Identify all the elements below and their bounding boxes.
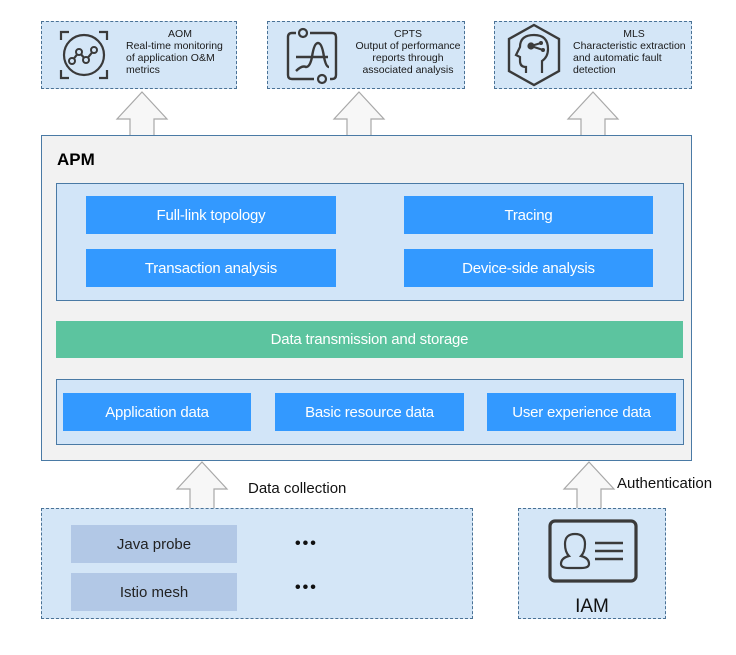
up-arrow-icon [115,91,169,137]
application-data-module[interactable]: Application data [63,393,251,431]
transaction-analysis-module[interactable]: Transaction analysis [86,249,336,287]
mls-desc-line: and automatic fault [573,52,662,64]
mls-text: MLS Characteristic extraction and automa… [573,28,695,76]
ai-head-icon [507,23,561,87]
data-collection-arrow-icon [175,461,229,509]
aom-title: AOM [168,28,192,40]
aom-desc-line: of application O&M [126,52,215,64]
more-ellipsis: ••• [295,579,318,596]
cpts-desc-line: reports through [372,52,444,64]
istio-mesh-item[interactable]: Istio mesh [71,573,237,611]
mls-desc-line: Characteristic extraction [573,40,686,52]
up-arrow-icon [566,91,620,137]
up-arrow-icon [332,91,386,137]
tracing-module[interactable]: Tracing [404,196,653,234]
performance-report-icon [286,27,338,85]
aom-desc-line: Real-time monitoring [126,40,223,52]
basic-resource-data-module[interactable]: Basic resource data [275,393,464,431]
mls-desc-line: detection [573,64,616,76]
cpts-desc-line: Output of performance [355,40,461,52]
iam-label: IAM [575,596,609,617]
mls-title: MLS [623,28,645,40]
authentication-label: Authentication [617,475,713,492]
monitoring-chart-icon [59,30,109,80]
cpts-text: CPTS Output of performance reports throu… [352,28,464,76]
data-collection-label: Data collection [248,480,347,497]
cpts-title: CPTS [393,28,422,40]
user-experience-data-module[interactable]: User experience data [487,393,676,431]
device-side-analysis-module[interactable]: Device-side analysis [404,249,653,287]
mls-service-box: MLS Characteristic extraction and automa… [494,21,692,89]
cpts-desc-line: associated analysis [362,64,454,76]
cpts-service-box: CPTS Output of performance reports throu… [267,21,465,89]
id-card-icon [548,519,638,583]
data-transmission-storage-layer: Data transmission and storage [56,321,683,358]
aom-desc-line: metrics [126,64,160,76]
apm-title: APM [57,150,95,169]
java-probe-item[interactable]: Java probe [71,525,237,563]
aom-service-box: AOM Real-time monitoring of application … [41,21,237,89]
more-ellipsis: ••• [295,535,318,552]
full-link-topology-module[interactable]: Full-link topology [86,196,336,234]
aom-text: AOM Real-time monitoring of application … [126,28,234,76]
authentication-arrow-icon [562,461,616,509]
